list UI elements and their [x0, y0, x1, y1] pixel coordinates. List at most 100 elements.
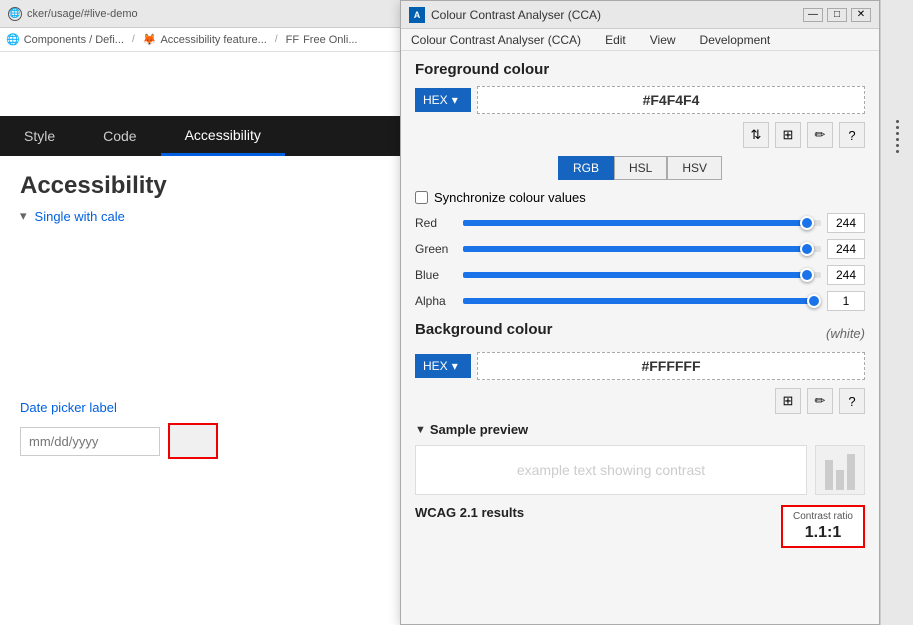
sync-checkbox[interactable] — [415, 191, 428, 204]
tab-rgb[interactable]: RGB — [558, 156, 614, 180]
ff-logo-icon: FF — [286, 34, 299, 46]
tab-code[interactable]: Code — [79, 116, 160, 156]
sample-preview-row: example text showing contrast — [415, 445, 865, 495]
cca-logo-icon: A — [409, 7, 425, 23]
globe-icon: 🌐 — [8, 7, 22, 21]
datepicker-calendar-box[interactable] — [168, 423, 218, 459]
bg-section-title: Background colour — [415, 321, 553, 338]
menu-cca[interactable]: Colour Contrast Analyser (CCA) — [405, 31, 587, 49]
swap-icon[interactable]: ⇅ — [743, 122, 769, 148]
datepicker-input[interactable] — [20, 427, 160, 456]
chevron-down-icon: ▾ — [452, 93, 458, 107]
breadcrumb-item-1[interactable]: 🌐 Components / Defi... — [6, 33, 124, 46]
breadcrumb-label-2: Accessibility feature... — [160, 34, 266, 46]
bg-color-input-row: HEX ▾ — [415, 352, 865, 380]
bg-section: Background colour (white) HEX ▾ ⊞ ✏ ? — [415, 321, 865, 414]
slider-alpha-value[interactable] — [827, 291, 865, 311]
tab-style-label: Style — [24, 128, 55, 144]
wcag-title: WCAG 2.1 results — [415, 505, 524, 520]
slider-blue-value[interactable] — [827, 265, 865, 285]
breadcrumb-label-3: Free Onli... — [303, 34, 357, 46]
tab-accessibility[interactable]: Accessibility — [161, 116, 285, 156]
breadcrumb-item-2[interactable]: 🦊 Accessibility feature... — [143, 33, 267, 46]
bg-icon-row: ⊞ ✏ ? — [415, 388, 865, 414]
bg-sliders-icon[interactable]: ⊞ — [775, 388, 801, 414]
firefox-icon: 🦊 — [143, 33, 157, 46]
eyedropper-icon[interactable]: ✏ — [807, 122, 833, 148]
breadcrumb-sep: / — [132, 34, 135, 45]
slider-blue-thumb[interactable] — [800, 268, 814, 282]
right-edge-dots — [881, 0, 913, 153]
sliders-icon[interactable]: ⊞ — [775, 122, 801, 148]
sample-text: example text showing contrast — [517, 462, 705, 478]
bg-hex-label: HEX — [423, 359, 448, 373]
sample-title-label: Sample preview — [430, 422, 528, 437]
minimize-button[interactable]: — — [803, 8, 823, 22]
chart-bar-3 — [847, 454, 855, 490]
dot-6 — [896, 150, 899, 153]
chevron-down-icon: ▾ — [20, 208, 27, 224]
slider-red: Red — [415, 213, 865, 233]
wcag-section: WCAG 2.1 results Contrast ratio 1.1:1 — [415, 505, 865, 548]
slider-red-value[interactable] — [827, 213, 865, 233]
dot-5 — [896, 144, 899, 147]
bg-help-icon[interactable]: ? — [839, 388, 865, 414]
help-icon[interactable]: ? — [839, 122, 865, 148]
slider-green-track[interactable] — [463, 246, 821, 252]
fg-hex-dropdown[interactable]: HEX ▾ — [415, 88, 471, 112]
menu-development[interactable]: Development — [694, 31, 777, 49]
slider-red-label: Red — [415, 216, 457, 230]
breadcrumb-bar: 🌐 Components / Defi... / 🦊 Accessibility… — [0, 28, 400, 52]
slider-alpha-track[interactable] — [463, 298, 821, 304]
chart-bar-1 — [825, 460, 833, 490]
foreground-section-title: Foreground colour — [415, 61, 865, 78]
dropdown-row: ▾ Single with cale — [0, 200, 400, 232]
sample-section-title: ▼ Sample preview — [415, 422, 865, 437]
menu-edit[interactable]: Edit — [599, 31, 632, 49]
tab-hsv[interactable]: HSV — [667, 156, 722, 180]
right-edge — [880, 0, 913, 625]
bg-hex-input[interactable] — [477, 352, 865, 380]
slider-green-label: Green — [415, 242, 457, 256]
datepicker-label: Date picker label — [20, 400, 380, 415]
sync-label: Synchronize colour values — [434, 190, 586, 205]
contrast-ratio-label: Contrast ratio — [793, 511, 853, 522]
slider-alpha: Alpha — [415, 291, 865, 311]
slider-alpha-thumb[interactable] — [807, 294, 821, 308]
slider-blue-track[interactable] — [463, 272, 821, 278]
breadcrumb-item-3[interactable]: FF Free Onli... — [286, 34, 358, 46]
slider-green-value[interactable] — [827, 239, 865, 259]
fg-hex-label: HEX — [423, 93, 448, 107]
fg-hex-input[interactable] — [477, 86, 865, 114]
slider-red-track[interactable] — [463, 220, 821, 226]
tab-style[interactable]: Style — [0, 116, 79, 156]
cca-menubar: Colour Contrast Analyser (CCA) Edit View… — [401, 29, 879, 51]
bg-white-label: (white) — [826, 326, 865, 341]
slider-alpha-label: Alpha — [415, 294, 457, 308]
tab-hsl[interactable]: HSL — [614, 156, 667, 180]
contrast-ratio-box: Contrast ratio 1.1:1 — [781, 505, 865, 548]
tab-accessibility-label: Accessibility — [185, 127, 261, 143]
color-mode-tabs: RGB HSL HSV — [415, 156, 865, 180]
accessibility-title: Accessibility — [20, 172, 167, 199]
maximize-button[interactable]: □ — [827, 8, 847, 22]
dropdown-value[interactable]: Single with cale — [35, 209, 125, 224]
sample-chart-box — [815, 445, 865, 495]
sync-row: Synchronize colour values — [415, 190, 865, 205]
browser-tab: 🌐 cker/usage/#live-demo — [0, 0, 400, 28]
tab-code-label: Code — [103, 128, 136, 144]
close-button[interactable]: ✕ — [851, 8, 871, 22]
menu-view[interactable]: View — [644, 31, 682, 49]
sample-text-box: example text showing contrast — [415, 445, 807, 495]
slider-red-thumb[interactable] — [800, 216, 814, 230]
datepicker-area: Date picker label — [0, 380, 400, 479]
slider-green-thumb[interactable] — [800, 242, 814, 256]
slider-blue-label: Blue — [415, 268, 457, 282]
dot-1 — [896, 120, 899, 123]
datepicker-input-row — [20, 423, 380, 459]
nav-tabs: Style Code Accessibility — [0, 116, 400, 156]
cca-body: Foreground colour HEX ▾ ⇅ ⊞ ✏ ? RGB HSL … — [401, 51, 879, 624]
bg-hex-dropdown[interactable]: HEX ▾ — [415, 354, 471, 378]
window-controls: — □ ✕ — [803, 8, 871, 22]
bg-eyedropper-icon[interactable]: ✏ — [807, 388, 833, 414]
